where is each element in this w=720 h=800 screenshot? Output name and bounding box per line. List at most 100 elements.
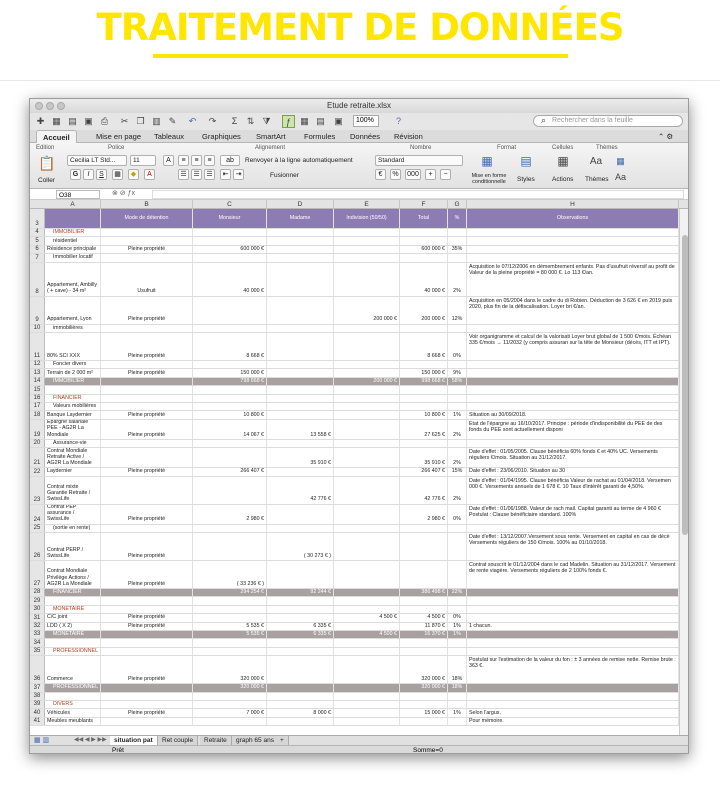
table-cell[interactable] xyxy=(267,656,334,684)
table-cell[interactable]: 35 910 € xyxy=(267,448,334,468)
table-cell[interactable] xyxy=(193,524,267,532)
table-cell[interactable] xyxy=(101,631,193,639)
table-cell[interactable]: Contrat souscrit le 01/12/2004 dans le c… xyxy=(467,561,679,588)
table-cell[interactable]: LDD ( X 2) xyxy=(45,622,101,630)
table-cell[interactable] xyxy=(193,533,267,560)
table-cell[interactable]: Pleine propriété xyxy=(101,245,193,254)
table-cell[interactable]: 998 668 € xyxy=(400,377,448,386)
table-cell[interactable]: Etat de l'épargne au 16/10/2017. Princip… xyxy=(467,419,679,439)
table-cell[interactable] xyxy=(101,597,193,605)
table-cell[interactable]: 320 000 € xyxy=(400,656,448,684)
table-cell[interactable]: 11 870 € xyxy=(400,622,448,630)
sort-icon[interactable]: ⇅ xyxy=(244,115,257,128)
column-header[interactable]: G xyxy=(448,200,467,209)
table-cell[interactable] xyxy=(400,605,448,614)
table-cell[interactable] xyxy=(334,647,400,656)
row-number[interactable]: 17 xyxy=(30,403,45,411)
row-number[interactable]: 35 xyxy=(30,647,45,656)
table-cell[interactable]: FINANCIER xyxy=(45,589,101,597)
row-number[interactable]: 23 xyxy=(30,476,45,504)
thousands-icon[interactable]: 000 xyxy=(405,169,421,180)
table-cell[interactable] xyxy=(267,254,334,262)
table-cell[interactable] xyxy=(193,448,267,468)
table-cell[interactable]: PROFESSIONNEL xyxy=(45,684,101,692)
table-cell[interactable] xyxy=(467,254,679,262)
row-number[interactable]: 31 xyxy=(30,614,45,622)
table-cell[interactable]: 8 668 € xyxy=(400,333,448,360)
table-cell[interactable] xyxy=(101,448,193,468)
row-number[interactable]: 20 xyxy=(30,439,45,448)
table-cell[interactable] xyxy=(448,386,467,394)
table-cell[interactable]: 294 254 € xyxy=(193,589,267,597)
table-cell[interactable] xyxy=(334,597,400,605)
align-bottom-icon[interactable]: ≡ xyxy=(204,155,215,166)
table-cell[interactable]: 16 370 € xyxy=(400,631,448,639)
align-center-icon[interactable]: ☰ xyxy=(191,169,202,180)
table-cell[interactable]: Total xyxy=(400,209,448,228)
table-cell[interactable]: 40 000 € xyxy=(193,262,267,296)
table-cell[interactable]: 92 244 € xyxy=(267,589,334,597)
table-cell[interactable] xyxy=(334,386,400,394)
column-header[interactable]: C xyxy=(193,200,267,209)
tab-accueil[interactable]: Accueil xyxy=(36,130,77,143)
table-cell[interactable]: 600 000 € xyxy=(400,245,448,254)
table-cell[interactable] xyxy=(267,394,334,402)
row-number[interactable]: 4 xyxy=(30,229,45,237)
table-cell[interactable]: 200 000 € xyxy=(400,296,448,324)
table-cell[interactable]: Véhicules xyxy=(45,709,101,717)
table-cell[interactable] xyxy=(101,684,193,692)
align-left-icon[interactable]: ☰ xyxy=(178,169,189,180)
formula-builder-icon[interactable]: ƒ xyxy=(282,115,295,128)
table-cell[interactable] xyxy=(101,324,193,332)
table-cell[interactable] xyxy=(193,597,267,605)
table-cell[interactable]: Monsieur xyxy=(193,209,267,228)
print-icon[interactable]: ⎙ xyxy=(98,115,111,128)
decimal-increase-icon[interactable]: + xyxy=(425,169,436,180)
table-cell[interactable] xyxy=(467,369,679,377)
table-cell[interactable]: 266 407 € xyxy=(193,468,267,476)
table-cell[interactable]: Contrat Mondiale Retraite Active / AG2R … xyxy=(45,448,101,468)
table-cell[interactable]: 58% xyxy=(448,377,467,386)
table-cell[interactable] xyxy=(467,361,679,369)
table-cell[interactable]: Contrat Arrtarius Avenir / Banque Layder… xyxy=(45,468,101,476)
table-cell[interactable] xyxy=(467,589,679,597)
table-cell[interactable] xyxy=(267,324,334,332)
table-cell[interactable] xyxy=(45,692,101,700)
table-cell[interactable] xyxy=(467,692,679,700)
table-cell[interactable] xyxy=(45,597,101,605)
table-cell[interactable] xyxy=(467,324,679,332)
bold-button[interactable]: G xyxy=(70,169,81,180)
formula-controls-icon[interactable]: ⊗ ⊘ ƒx xyxy=(112,189,135,197)
row-number[interactable]: 7 xyxy=(30,254,45,262)
table-cell[interactable]: Madame xyxy=(267,209,334,228)
row-number[interactable]: 29 xyxy=(30,597,45,605)
table-cell[interactable]: 10 800 € xyxy=(193,411,267,419)
table-cell[interactable] xyxy=(45,386,101,394)
table-cell[interactable] xyxy=(400,639,448,647)
table-cell[interactable]: 4 500 € xyxy=(334,631,400,639)
table-cell[interactable] xyxy=(101,476,193,504)
table-cell[interactable]: 320 000 € xyxy=(193,684,267,692)
table-cell[interactable] xyxy=(400,533,448,560)
number-format-select[interactable]: Standard xyxy=(375,155,463,166)
table-cell[interactable]: 42 776 € xyxy=(400,476,448,504)
table-cell[interactable]: 15% xyxy=(448,468,467,476)
table-cell[interactable] xyxy=(400,386,448,394)
table-cell[interactable] xyxy=(193,386,267,394)
table-cell[interactable]: Situation au 30/09/2018. xyxy=(467,411,679,419)
table-cell[interactable] xyxy=(467,701,679,709)
table-cell[interactable]: 2 980 € xyxy=(193,504,267,524)
table-cell[interactable]: Appartement, Ambilly ( + cave) - 34 m² xyxy=(45,262,101,296)
table-cell[interactable] xyxy=(334,237,400,245)
table-cell[interactable] xyxy=(193,717,267,726)
row-number[interactable]: 21 xyxy=(30,448,45,468)
table-cell[interactable]: 6 335 € xyxy=(267,622,334,630)
table-cell[interactable]: 200 000 € xyxy=(334,296,400,324)
table-cell[interactable] xyxy=(467,245,679,254)
table-cell[interactable]: 4 500 € xyxy=(400,614,448,622)
table-cell[interactable] xyxy=(334,701,400,709)
table-cell[interactable]: Observations xyxy=(467,209,679,228)
row-number[interactable]: 38 xyxy=(30,692,45,700)
table-cell[interactable] xyxy=(334,254,400,262)
row-number[interactable]: 32 xyxy=(30,622,45,630)
